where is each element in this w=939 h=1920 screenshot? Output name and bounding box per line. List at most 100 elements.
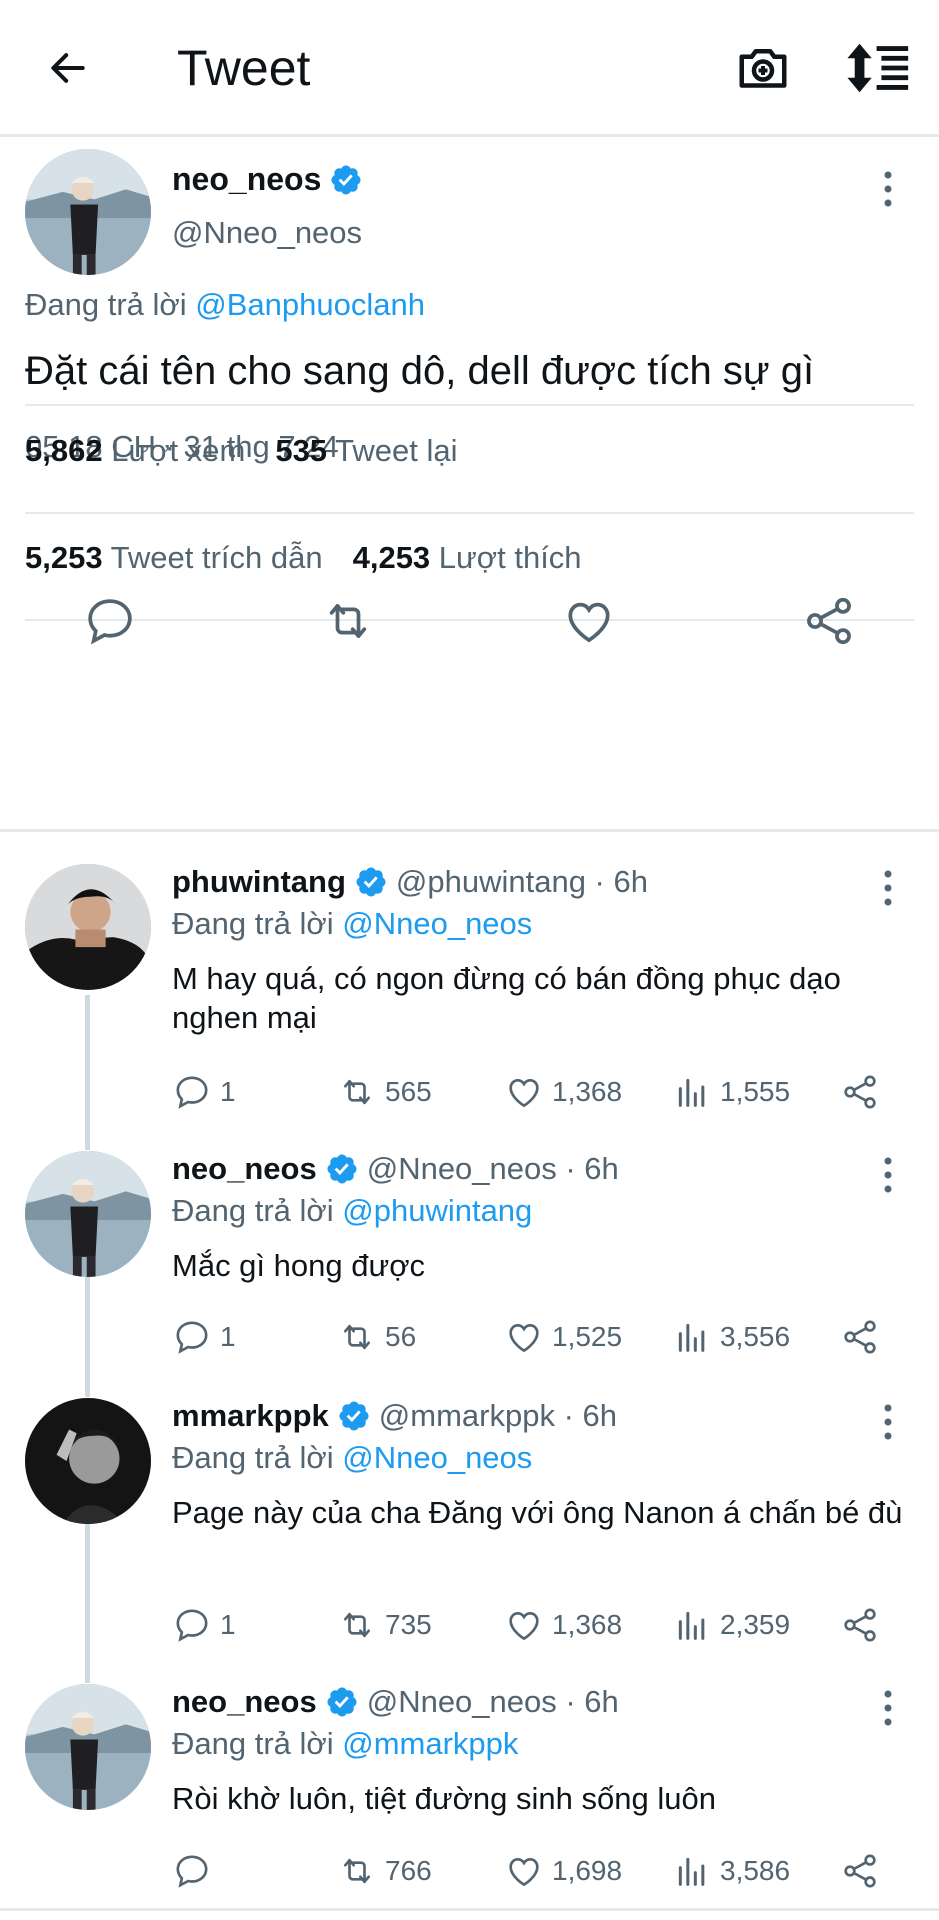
top-app-bar: Tweet <box>0 0 939 137</box>
share-button[interactable] <box>840 1603 880 1647</box>
avatar[interactable] <box>25 864 151 990</box>
divider <box>25 512 914 514</box>
views-button[interactable]: 1,555 <box>672 1070 790 1114</box>
more-options-icon[interactable] <box>878 1688 898 1728</box>
replying-to-link[interactable]: @Banphuoclanh <box>195 287 425 322</box>
like-icon[interactable] <box>561 593 617 649</box>
views-button[interactable]: 3,556 <box>672 1315 790 1359</box>
replying-to: Đang trả lời @Banphuoclanh <box>25 287 425 323</box>
reply-icon <box>172 1851 212 1891</box>
retweet-button[interactable]: 56 <box>337 1315 416 1359</box>
thread-line <box>85 1275 90 1397</box>
retweet-icon <box>337 1072 377 1112</box>
share-button[interactable] <box>840 1315 880 1359</box>
author-name[interactable]: neo_neos <box>172 161 363 198</box>
quotes-count: 5,253 <box>25 540 103 575</box>
like-count: 1,368 <box>552 1609 623 1640</box>
reply-text: Ròi khờ luôn, tiệt đường sinh sống luôn <box>172 1781 716 1816</box>
likes-stat[interactable]: 4,253 Lượt thích <box>353 540 582 576</box>
author-name-label: neo_neos <box>172 161 322 197</box>
like-count: 1,368 <box>552 1076 623 1107</box>
reply-button[interactable]: 1 <box>172 1070 236 1114</box>
retweet-button[interactable]: 735 <box>337 1603 432 1647</box>
replying-to: Đang trả lời @phuwintang <box>172 1193 532 1229</box>
views-count: 2,359 <box>720 1609 791 1640</box>
author-name[interactable]: mmarkppk <box>172 1398 329 1434</box>
author-name[interactable]: neo_neos <box>172 1151 317 1187</box>
reply-text: Mắc gì hong được <box>172 1248 426 1283</box>
reply-header: mmarkppk @mmarkppk · 6h <box>172 1398 617 1434</box>
more-options-icon[interactable] <box>878 868 898 908</box>
views-icon <box>672 1851 712 1891</box>
views-button[interactable]: 2,359 <box>672 1603 790 1647</box>
reply-header: neo_neos @Nneo_neos · 6h <box>172 1151 619 1187</box>
retweet-count: 766 <box>385 1855 432 1886</box>
retweet-button[interactable]: 766 <box>337 1849 432 1893</box>
more-options-icon[interactable] <box>878 1402 898 1442</box>
quotes-label: Tweet trích dẫn <box>110 540 323 575</box>
views-count: 1,555 <box>720 1076 791 1107</box>
retweet-icon <box>337 1605 377 1645</box>
views-icon <box>672 1605 712 1645</box>
reply-text: Page này của cha Đăng với ông Nanon á ch… <box>172 1495 903 1530</box>
stats-row-1: 5,862 Lượt xem 535 Tweet lại <box>25 433 457 469</box>
views-stat[interactable]: 5,862 Lượt xem <box>25 433 245 469</box>
author-handle: @mmarkppk · 6h <box>378 1398 617 1433</box>
retweet-count: 735 <box>385 1609 432 1640</box>
avatar[interactable] <box>25 1151 151 1277</box>
retweets-stat[interactable]: 535 Tweet lại <box>275 433 457 469</box>
replying-to-prefix: Đang trả lời <box>172 1440 334 1475</box>
retweet-button[interactable]: 565 <box>337 1070 432 1114</box>
reply-icon[interactable] <box>82 593 138 649</box>
replying-to-link[interactable]: @mmarkppk <box>342 1726 518 1761</box>
retweet-count: 565 <box>385 1076 432 1107</box>
replying-to: Đang trả lời @Nneo_neos <box>172 906 532 942</box>
page-title: Tweet <box>177 40 311 96</box>
retweet-count: 56 <box>385 1321 417 1352</box>
like-count: 1,698 <box>552 1855 623 1886</box>
retweet-icon[interactable] <box>320 593 376 649</box>
back-arrow-icon[interactable] <box>38 38 98 98</box>
share-button[interactable] <box>840 1070 880 1114</box>
like-icon <box>504 1851 544 1891</box>
avatar[interactable] <box>25 1398 151 1524</box>
like-button[interactable]: 1,525 <box>504 1315 622 1359</box>
views-button[interactable]: 3,586 <box>672 1849 790 1893</box>
quotes-stat[interactable]: 5,253 Tweet trích dẫn <box>25 540 323 576</box>
like-button[interactable]: 1,368 <box>504 1603 622 1647</box>
avatar[interactable] <box>25 1684 151 1810</box>
share-button[interactable] <box>840 1849 880 1893</box>
reply-header: phuwintang @phuwintang · 6h <box>172 864 648 900</box>
replying-to-prefix: Đang trả lời <box>172 1726 334 1761</box>
reply-icon <box>172 1605 212 1645</box>
replying-to-prefix: Đang trả lời <box>172 906 334 941</box>
reply-count: 1 <box>220 1321 236 1352</box>
verified-badge-icon <box>354 865 388 899</box>
reply-button[interactable]: 1 <box>172 1315 236 1359</box>
replying-to: Đang trả lời @Nneo_neos <box>172 1440 532 1476</box>
reply-button[interactable]: 1 <box>172 1603 236 1647</box>
avatar[interactable] <box>25 149 151 275</box>
views-icon <box>672 1072 712 1112</box>
reply-header: neo_neos @Nneo_neos · 6h <box>172 1684 619 1720</box>
replying-to-link[interactable]: @phuwintang <box>342 1193 532 1228</box>
divider <box>25 404 914 406</box>
sort-icon[interactable] <box>845 38 913 98</box>
replying-to-link[interactable]: @Nneo_neos <box>342 906 532 941</box>
like-icon <box>504 1317 544 1357</box>
reply-icon <box>172 1317 212 1357</box>
share-icon[interactable] <box>801 593 857 649</box>
stats-row-2: 5,253 Tweet trích dẫn 4,253 Lượt thích <box>25 540 582 576</box>
more-options-icon[interactable] <box>878 169 898 209</box>
reply-button[interactable] <box>172 1849 220 1893</box>
author-name[interactable]: neo_neos <box>172 1684 317 1720</box>
divider <box>0 1908 939 1911</box>
replying-to-link[interactable]: @Nneo_neos <box>342 1440 532 1475</box>
divider <box>0 829 939 832</box>
more-options-icon[interactable] <box>878 1155 898 1195</box>
like-button[interactable]: 1,368 <box>504 1070 622 1114</box>
like-button[interactable]: 1,698 <box>504 1849 622 1893</box>
camera-add-icon[interactable] <box>733 38 793 98</box>
thread-line <box>85 1523 90 1683</box>
author-name[interactable]: phuwintang <box>172 864 346 900</box>
